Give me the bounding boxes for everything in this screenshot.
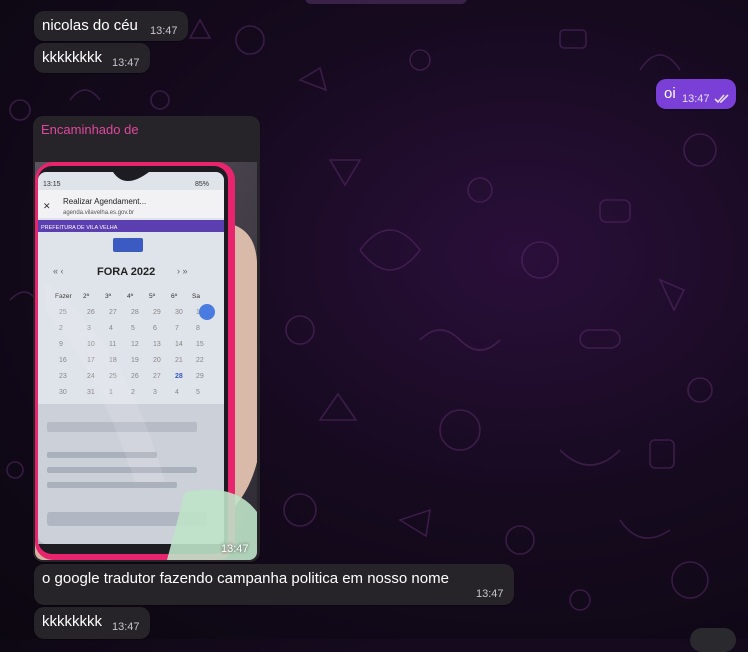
calendar-day: 21 [175,357,183,364]
close-icon: ✕ [43,201,51,211]
battery-level: 85% [195,181,209,188]
calendar-day: 30 [59,389,67,396]
weekday-label: 2ª [83,293,90,300]
weekday-label: 4ª [127,293,134,300]
calendar-day: 5 [131,325,135,332]
calendar-day: 28 [175,373,183,380]
message-bubble[interactable]: kkkkkkkk 13:47 [34,607,150,639]
calendar-day: 8 [196,325,200,332]
calendar-day: 31 [87,389,95,396]
calendar-day: 29 [196,373,204,380]
calendar-day: 16 [59,357,67,364]
weekday-label: 5ª [149,293,156,300]
calendar-day: 14 [175,341,183,348]
calendar-day: 6 [153,325,157,332]
message-text: kkkkkkkk [42,49,102,66]
calendar-day: 12 [131,341,139,348]
message-text: kkkkkkkk [42,613,102,630]
calendar-day: 28 [131,309,139,316]
calendar-day: 7 [175,325,179,332]
svg-text:« ‹: « ‹ [53,266,64,276]
page-url: agenda.vilavelha.es.gov.br [63,210,134,216]
calendar-day: 11 [109,341,116,348]
calendar-day: 26 [87,309,95,316]
site-header: PREFEITURA DE VILA VELHA [41,225,118,231]
message-time: 13:47 [476,588,504,600]
message-bubble[interactable]: kkkkkkkk 13:47 [34,43,150,73]
calendar-day: 23 [59,373,67,380]
message-time: 13:47 [150,25,178,37]
outgoing-message-bubble[interactable]: oi 13:47 [656,79,736,109]
message-bubble[interactable]: nicolas do céu 13:47 [34,11,188,41]
calendar-day: 26 [131,373,139,380]
message-time: 13:47 [221,543,249,555]
forwarded-photo[interactable]: 13:15 85% ✕ Realizar Agendament... agend… [35,162,257,560]
forwarded-label: Encaminhado de [41,122,139,137]
weekday-label: 3ª [105,293,112,300]
message-bubble[interactable]: o google tradutor fazendo campanha polit… [34,564,514,605]
svg-text:› »: › » [177,266,188,276]
calendar-day: 3 [153,389,157,396]
calendar-day: 5 [196,389,200,396]
message-time: 13:47 [112,57,140,69]
calendar-day: 20 [153,357,161,364]
message-time: 13:47 [112,621,140,633]
calendar-day: 27 [153,373,161,380]
calendar-day: 22 [196,357,204,364]
calendar-day: 27 [109,309,117,316]
read-check-icon [714,94,729,104]
calendar-day: 15 [196,341,204,348]
calendar-day: 30 [175,309,183,316]
calendar-day: 9 [59,341,63,348]
calendar-day: 13 [153,341,161,348]
message-time: 13:47 [682,93,710,105]
month-label: FORA 2022 [97,266,155,278]
sender-name: nicolas do céu [42,17,138,34]
weekday-label: 6ª [171,293,178,300]
forwarded-photo-message[interactable]: Encaminhado de 13:15 85% ✕ Realizar Agen… [33,116,260,562]
message-text: oi [664,85,676,102]
calendar-day: 4 [175,389,179,396]
weekday-label: Sa [192,293,200,300]
status-time: 13:15 [43,181,61,188]
calendar-day: 4 [109,325,113,332]
page-title: Realizar Agendament... [63,197,146,206]
date-chip [305,0,467,4]
phone-photo-illustration: 13:15 85% ✕ Realizar Agendament... agend… [35,162,257,560]
calendar-day: 29 [153,309,161,316]
calendar-day: 19 [131,357,139,364]
message-text: o google tradutor fazendo campanha polit… [42,570,449,587]
scroll-down-button[interactable] [690,628,736,652]
